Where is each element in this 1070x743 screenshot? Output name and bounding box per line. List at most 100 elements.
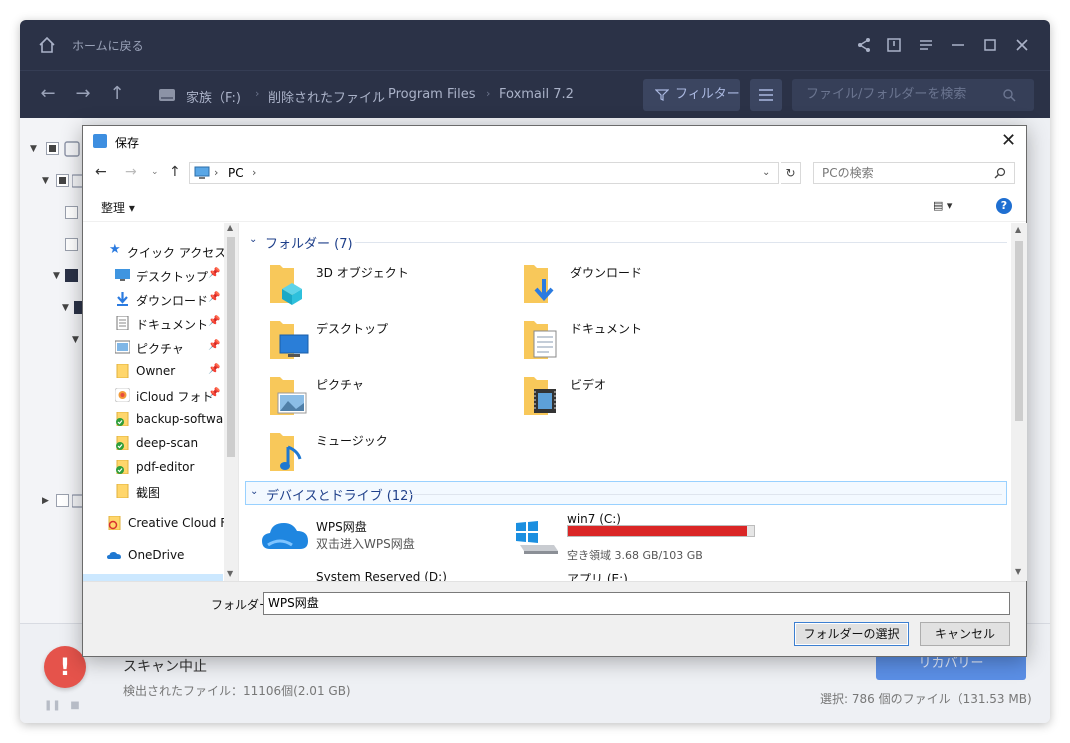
nav-item-desktop[interactable]: デスクトップ 📌 — [83, 265, 223, 287]
back-arrow-icon[interactable]: ← — [95, 164, 107, 180]
folder-name: 3D オブジェクト — [316, 266, 409, 280]
nav-item-pdf-editor[interactable]: pdf-editor — [83, 457, 223, 479]
tree-checkbox[interactable] — [46, 142, 59, 155]
tree-checkbox[interactable] — [65, 206, 78, 219]
address-bar[interactable]: › PC › ⌄ — [189, 162, 779, 184]
nav-item-backup-software[interactable]: backup-software — [83, 409, 235, 431]
cancel-button[interactable]: キャンセル — [920, 622, 1010, 646]
breadcrumb-separator-icon: › — [486, 87, 491, 100]
minimize-icon[interactable] — [948, 35, 968, 55]
forward-arrow-icon[interactable]: → — [125, 164, 137, 180]
breadcrumb-item[interactable]: Foxmail 7.2 — [499, 87, 574, 102]
nav-item-owner[interactable]: Owner 📌 — [83, 361, 223, 383]
nav-scrollbar[interactable]: ▲ ▼ — [224, 223, 238, 581]
nav-item-downloads[interactable]: ダウンロード 📌 — [83, 289, 223, 311]
drives-group-header[interactable]: ⌄ デバイスとドライブ (12) — [245, 481, 1007, 505]
drive-item-wps[interactable]: WPS网盘 双击进入WPS网盘 — [262, 515, 502, 565]
tree-checkbox[interactable] — [65, 269, 78, 282]
drive-icon — [64, 141, 80, 157]
pause-stop-icon[interactable]: ❚❚ ■ — [44, 700, 80, 711]
filter-icon — [655, 89, 669, 101]
expand-arrow-icon[interactable]: ▼ — [62, 303, 69, 313]
folder-item-music[interactable]: ミュージック — [268, 429, 498, 479]
maximize-icon[interactable] — [980, 35, 1000, 55]
folder-item-downloads[interactable]: ダウンロード — [522, 261, 752, 311]
folder-item-documents[interactable]: ドキュメント — [522, 317, 752, 367]
home-link[interactable]: ホームに戻る — [72, 37, 144, 54]
nav-scroll-thumb[interactable] — [227, 237, 235, 457]
nav-item-deep-scan[interactable]: deep-scan — [83, 433, 223, 455]
content-scrollbar[interactable]: ▲ ▼ — [1011, 223, 1027, 581]
nav-item-creative-cloud[interactable]: Creative Cloud File — [83, 513, 238, 535]
drive-item-win7-c[interactable]: win7 (C:) 空き領域 3.68 GB/103 GB — [514, 512, 774, 565]
wps-cloud-icon — [262, 523, 308, 549]
breadcrumb-drive[interactable]: 家族（F:) — [186, 87, 241, 106]
folder-item-videos[interactable]: ビデオ — [522, 373, 752, 423]
share-icon[interactable] — [854, 35, 874, 55]
search-icon[interactable] — [1002, 88, 1016, 102]
address-location[interactable]: PC — [228, 163, 244, 183]
onedrive-icon — [107, 552, 121, 559]
menu-icon[interactable] — [916, 35, 936, 55]
chevron-down-icon: ⌄ — [249, 234, 258, 245]
chevron-right-icon[interactable]: › — [252, 163, 256, 183]
breadcrumb-separator-icon: › — [255, 87, 260, 100]
nav-item-screenshots[interactable]: 截图 — [83, 481, 223, 503]
up-arrow-icon[interactable]: ↑ — [107, 84, 127, 104]
scroll-down-icon[interactable]: ▼ — [227, 569, 233, 578]
tree-checkbox[interactable] — [65, 238, 78, 251]
filter-label: フィルター — [675, 87, 740, 102]
drive-item-system-reserved[interactable]: System Reserved (D:) — [262, 570, 502, 581]
chevron-down-icon[interactable]: ⌄ — [762, 163, 770, 183]
breadcrumb-item[interactable]: Program Files — [388, 87, 476, 102]
scroll-up-icon[interactable]: ▲ — [227, 223, 233, 232]
dialog-footer: フォルダー: WPS网盘 フォルダーの選択 キャンセル — [83, 581, 1026, 656]
refresh-icon: ↻ — [785, 166, 796, 180]
expand-arrow-icon[interactable]: ▼ — [42, 176, 49, 186]
folder-name: ドキュメント — [570, 322, 643, 336]
folders-group-header[interactable]: ⌄ フォルダー (7) — [245, 230, 1007, 254]
nav-item-label: Creative Cloud File — [128, 516, 239, 530]
tree-checkbox[interactable] — [56, 494, 69, 507]
view-options-icon[interactable]: ▤ ▾ — [933, 199, 967, 215]
expand-arrow-icon[interactable]: ▼ — [53, 271, 60, 281]
nav-item-onedrive[interactable]: OneDrive — [83, 545, 223, 567]
list-view-button[interactable] — [750, 79, 782, 111]
close-icon[interactable] — [1012, 35, 1032, 55]
folder-item-pictures[interactable]: ピクチャ — [268, 373, 498, 423]
home-icon[interactable] — [38, 36, 56, 54]
up-arrow-icon[interactable]: ↑ — [169, 164, 181, 180]
refresh-button[interactable]: ↻ — [781, 162, 801, 184]
expand-arrow-icon[interactable]: ▼ — [30, 144, 37, 154]
drive-icon — [159, 89, 175, 101]
content-scroll-thumb[interactable] — [1015, 241, 1023, 421]
file-search-input[interactable]: ファイル/フォルダーを検索 — [792, 79, 1034, 111]
select-folder-button[interactable]: フォルダーの選択 — [794, 622, 909, 646]
nav-item-pictures[interactable]: ピクチャ 📌 — [83, 337, 223, 359]
pin-icon: 📌 — [208, 292, 221, 303]
nav-item-icloud-photos[interactable]: iCloud フォト 📌 — [83, 385, 223, 407]
pc-search-input[interactable]: PCの検索 — [813, 162, 1015, 184]
back-arrow-icon[interactable]: ← — [38, 84, 58, 104]
dialog-close-icon[interactable]: ✕ — [1001, 130, 1016, 151]
forward-arrow-icon[interactable]: → — [73, 84, 93, 104]
nav-item-documents[interactable]: ドキュメント 📌 — [83, 313, 223, 335]
tree-checkbox[interactable] — [56, 174, 69, 187]
scroll-up-icon[interactable]: ▲ — [1015, 225, 1021, 234]
folder-field[interactable]: WPS网盘 — [263, 592, 1010, 615]
drive-item-apps-e[interactable]: アプリ (E:) — [514, 570, 754, 581]
feedback-icon[interactable] — [884, 35, 904, 55]
folder-item-3d-objects[interactable]: 3D オブジェクト — [268, 261, 498, 311]
collapse-arrow-icon[interactable]: ▶ — [42, 496, 49, 506]
recent-dropdown-icon[interactable]: ⌄ — [151, 167, 159, 177]
breadcrumb-item[interactable]: 削除されたファイル — [268, 87, 385, 106]
filter-button[interactable]: フィルター — [643, 79, 740, 111]
nav-item-quick-access[interactable]: ★ クイック アクセス — [83, 241, 226, 263]
drive-usage-bar — [567, 525, 755, 537]
help-icon[interactable]: ? — [996, 198, 1012, 214]
scroll-down-icon[interactable]: ▼ — [1015, 567, 1021, 576]
organize-menu[interactable]: 整理 ▾ — [101, 199, 135, 216]
nav-item-pc-selected[interactable] — [83, 574, 223, 581]
expand-arrow-icon[interactable]: ▼ — [72, 335, 79, 345]
folder-item-desktop[interactable]: デスクトップ — [268, 317, 498, 367]
